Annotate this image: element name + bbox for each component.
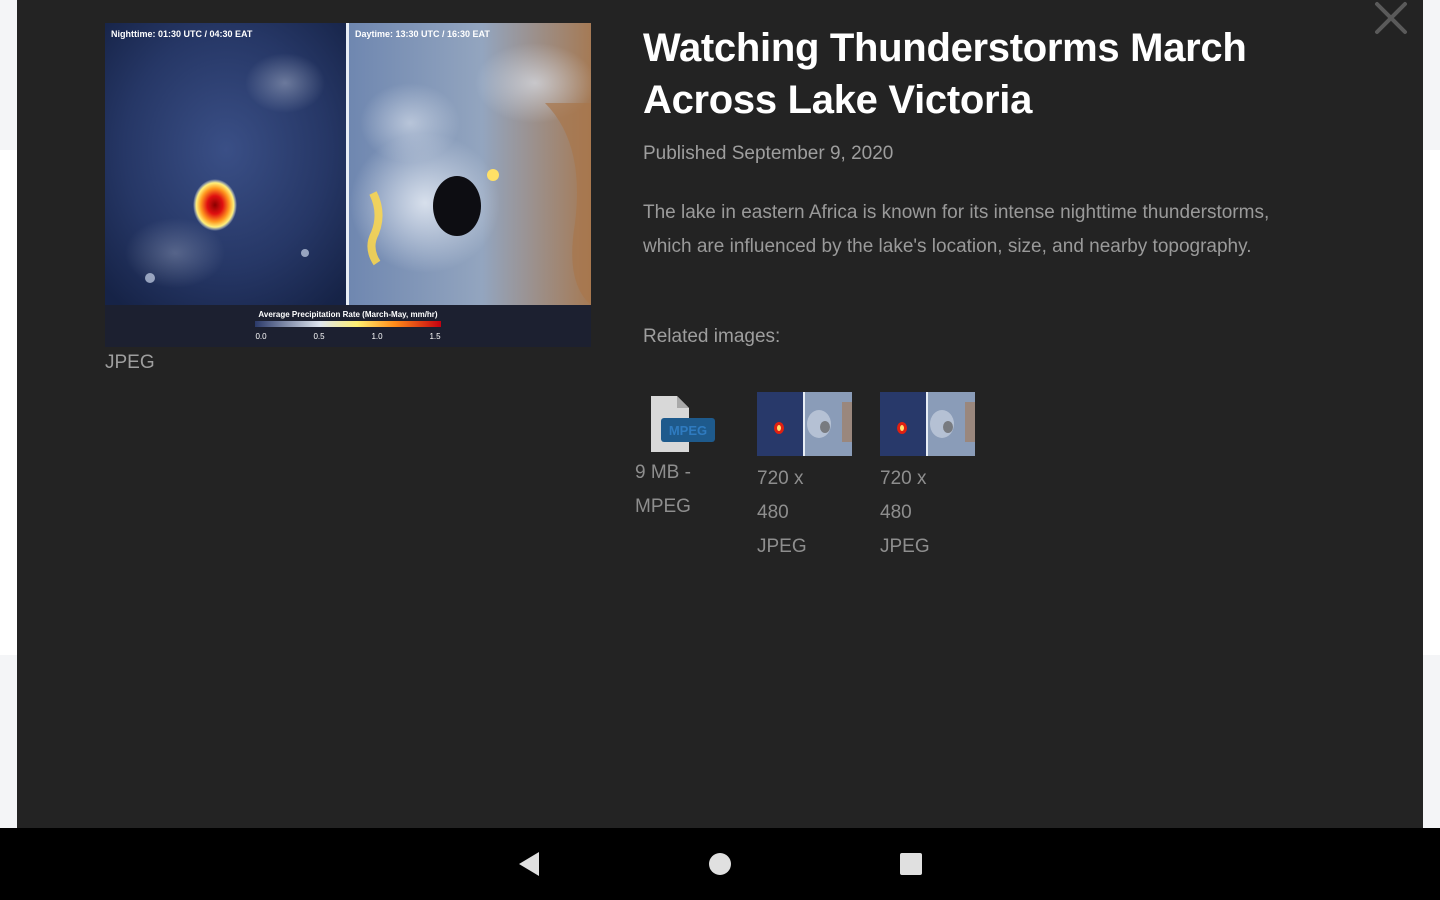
image-thumbnail: [757, 392, 852, 456]
lake-victoria: [433, 176, 481, 236]
page-title: Watching Thunderstorms March Across Lake…: [643, 26, 1247, 122]
colorbar-tick: 1.0: [371, 332, 383, 341]
colorbar-tick: 1.5: [429, 332, 441, 341]
description: The lake in eastern Africa is known for …: [643, 202, 1270, 257]
home-circle-icon: [709, 853, 731, 875]
preview-image[interactable]: Nighttime: 01:30 UTC / 04:30 EAT Daytime…: [105, 23, 591, 347]
colorbar-tick: 0.5: [313, 332, 325, 341]
back-triangle-icon: [519, 852, 539, 876]
day-label: Daytime: 13:30 UTC / 16:30 EAT: [355, 29, 490, 39]
related-item-mpeg[interactable]: MPEG 9 MB - MPEG: [635, 392, 735, 524]
related-images-label: Related images:: [643, 326, 781, 347]
colorbar-tick: 0.0: [255, 332, 267, 341]
related-caption: 720 x 480 JPEG: [757, 468, 807, 557]
close-icon: [1375, 2, 1407, 34]
recents-button[interactable]: [891, 846, 931, 882]
related-caption: 720 x 480 JPEG: [880, 468, 930, 557]
night-label: Nighttime: 01:30 UTC / 04:30 EAT: [111, 29, 253, 39]
home-button[interactable]: [700, 846, 740, 882]
related-caption: 9 MB - MPEG: [635, 462, 691, 517]
preview-format-label: JPEG: [105, 352, 155, 373]
image-thumbnail: [880, 392, 975, 456]
back-button[interactable]: [509, 846, 549, 882]
system-navigation-bar: [0, 828, 1440, 900]
related-item-image[interactable]: 720 x 480 JPEG: [757, 392, 857, 564]
mpeg-badge: MPEG: [669, 423, 707, 438]
close-button[interactable]: [1369, 0, 1413, 36]
recents-square-icon: [900, 853, 922, 875]
published-date: Published September 9, 2020: [643, 143, 894, 164]
night-storm: [193, 179, 237, 231]
related-item-image[interactable]: 720 x 480 JPEG: [880, 392, 980, 564]
image-detail-modal: Nighttime: 01:30 UTC / 04:30 EAT Daytime…: [17, 0, 1423, 828]
colorbar-title: Average Precipitation Rate (March-May, m…: [258, 310, 437, 319]
mpeg-file-icon: MPEG: [651, 396, 715, 452]
colorbar: [255, 321, 441, 327]
